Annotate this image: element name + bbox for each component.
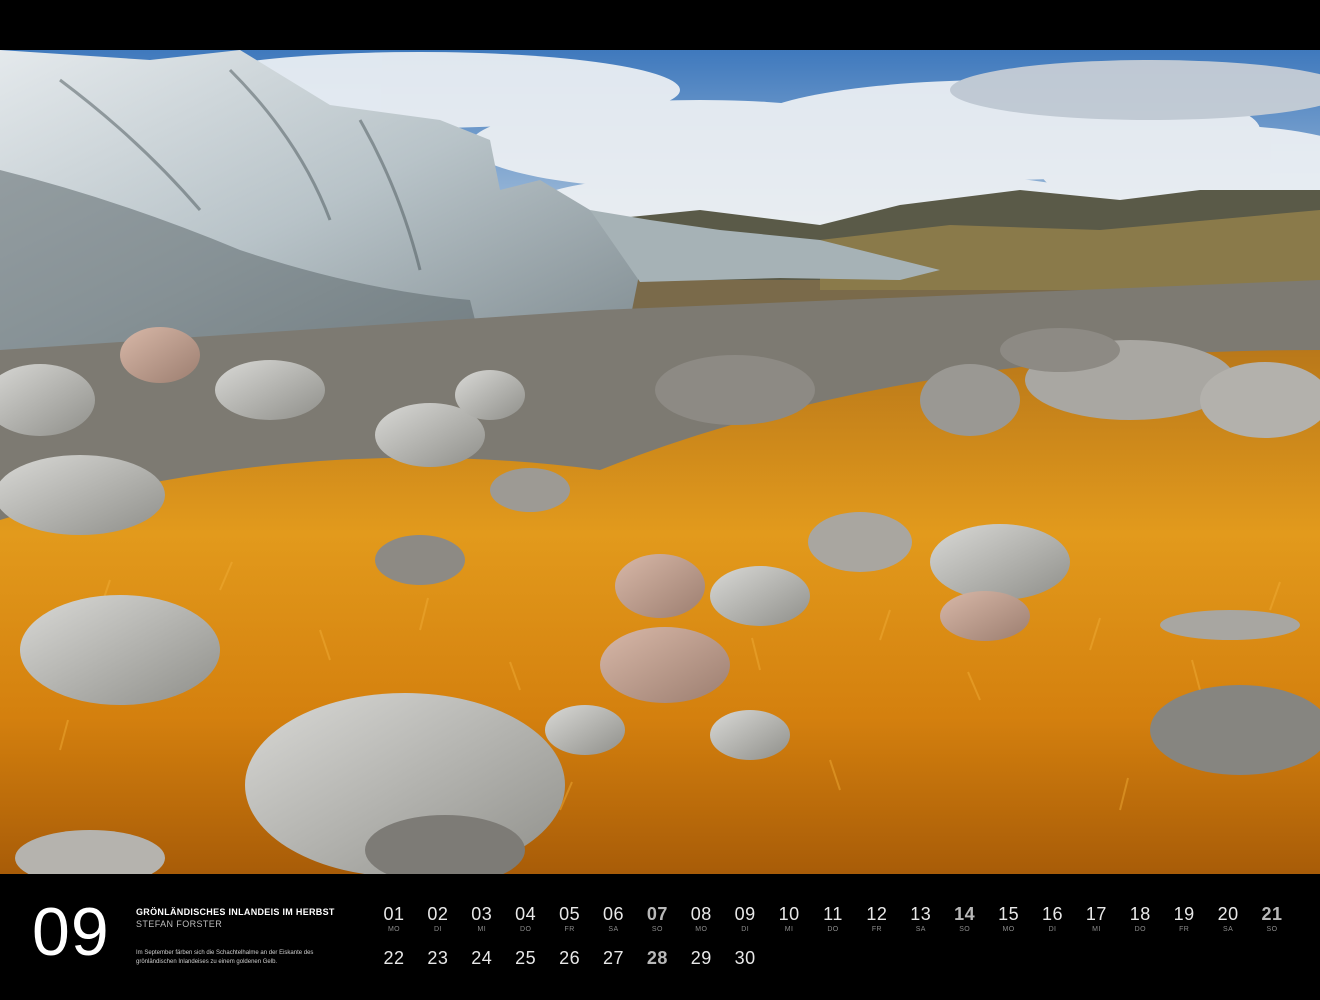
day-number: 28 [646,948,668,968]
day-cell: 18 DO [1118,904,1162,934]
day-cell: 20 SA [1206,904,1250,934]
day-number: 06 [602,904,625,924]
landscape-illustration [0,50,1320,874]
day-cell: 07 SO [635,904,679,934]
day-number: 30 [734,948,756,968]
day-cell: 28 [635,948,679,968]
day-number: 13 [910,904,932,924]
day-number: 17 [1085,904,1107,924]
day-number: 14 [954,904,976,924]
day-cell: 06 SA [592,904,636,934]
day-cell: 10 MI [767,904,811,934]
day-number: 05 [559,904,581,924]
day-cell: 15 MO [987,904,1031,934]
day-number: 09 [734,904,756,924]
day-number: 22 [383,948,405,968]
day-number: 16 [1041,904,1064,924]
calendar-photo [0,50,1320,874]
day-cell: 02 DI [416,904,460,934]
day-cell: 27 [592,948,636,968]
day-cell: 24 [460,948,504,968]
day-number: 19 [1173,904,1195,924]
day-number: 20 [1217,904,1239,924]
weekday-label: FR [871,926,882,933]
day-cell: 08 MO [679,904,723,934]
day-number: 29 [690,948,712,968]
day-number: 27 [602,948,625,968]
weekday-label: FR [564,926,575,933]
day-number: 24 [471,948,493,968]
weekday-label: DO [520,926,532,933]
day-number: 25 [515,948,537,968]
calendar-footer: 09 GRÖNLÄNDISCHES INLANDEIS IM HERBST ST… [0,874,1320,1000]
day-cell: 30 [723,948,767,968]
weekday-label: DO [1134,926,1146,933]
photo-author: STEFAN FORSTER [136,919,223,929]
weekday-label: MI [477,926,487,933]
day-cell: 25 [504,948,548,968]
day-number: 12 [866,904,888,924]
day-cell: 11 DO [811,904,855,934]
day-cell: 05 FR [548,904,592,934]
day-number: 01 [383,904,405,924]
day-number: 10 [778,904,800,924]
weekday-label: SA [608,926,619,933]
day-number: 15 [998,904,1020,924]
day-cell: 21 SO [1250,904,1294,934]
photo-description: Im September färben sich die Schachtelha… [136,950,314,965]
weekday-label: MI [784,926,794,933]
day-cell: 04 DO [504,904,548,934]
day-cell: 19 FR [1162,904,1206,934]
weekday-label: MI [1092,926,1101,933]
weekday-label: DI [433,926,442,933]
day-number: 18 [1129,904,1151,924]
weekday-label: DO [827,926,839,933]
weekday-label: SA [915,926,926,933]
day-cell: 26 [548,948,592,968]
weekday-label: MO [387,926,401,933]
day-cell: 23 [416,948,460,968]
day-cell: 09 DI [723,904,767,934]
weekday-label: DI [1048,926,1057,933]
weekday-label: MO [1002,926,1015,933]
day-number: 02 [427,904,449,924]
weekday-label: MO [695,926,708,933]
day-cell: 12 FR [855,904,899,934]
weekday-label: SO [959,926,971,933]
weekday-label: SO [1266,926,1278,933]
photo-title: GRÖNLÄNDISCHES INLANDEIS IM HERBST [136,907,335,917]
day-cell: 29 [679,948,723,968]
day-cell: 17 MI [1074,904,1118,934]
day-cell: 16 DI [1031,904,1075,934]
weekday-label: SO [651,926,663,933]
day-cell: 14 SO [943,904,987,934]
day-number: 08 [690,904,712,924]
day-cell: 22 [372,948,416,968]
day-number: 04 [515,904,537,924]
weekday-label: SA [1223,926,1234,933]
weekday-label: FR [1179,926,1190,933]
day-cell: 13 SA [899,904,943,934]
day-number: 21 [1261,904,1283,924]
month-number: 09 [32,894,110,970]
weekday-label: DI [741,926,750,933]
day-number: 07 [646,904,668,924]
day-number: 26 [559,948,581,968]
day-number: 03 [471,904,493,924]
day-cell: 03 MI [460,904,504,934]
day-cell: 01 MO [372,904,416,934]
day-number: 23 [427,948,449,968]
days-grid: 01 MO 02 DI 03 MI 04 DO 05 FR 06 SA 07 SO 08 MO 09 DI 10 MI… [372,904,1297,994]
day-number: 11 [823,904,843,924]
